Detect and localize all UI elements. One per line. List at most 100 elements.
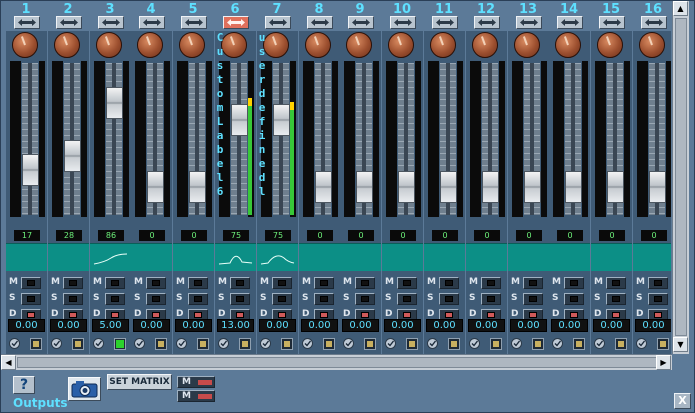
route-toggle[interactable] <box>615 338 627 350</box>
solo-button[interactable] <box>564 293 584 305</box>
pan-knob[interactable] <box>12 32 38 58</box>
pan-knob[interactable] <box>388 32 414 58</box>
eq-curve-display[interactable] <box>131 243 172 271</box>
mute-button[interactable] <box>439 277 459 289</box>
fader-handle[interactable] <box>189 171 206 203</box>
phase-toggle[interactable] <box>343 338 354 349</box>
mute-button[interactable] <box>523 277 543 289</box>
solo-button[interactable] <box>146 293 166 305</box>
route-toggle[interactable] <box>30 338 42 350</box>
solo-button[interactable] <box>481 293 501 305</box>
fader-handle[interactable] <box>398 171 415 203</box>
close-button[interactable]: X <box>674 393 691 409</box>
mute-button[interactable] <box>355 277 375 289</box>
fader-handle[interactable] <box>356 171 373 203</box>
route-toggle[interactable] <box>323 338 335 350</box>
phase-toggle[interactable] <box>427 338 438 349</box>
pan-knob[interactable] <box>54 32 80 58</box>
fader-handle[interactable] <box>315 171 332 203</box>
eq-curve-display[interactable] <box>299 243 340 271</box>
route-toggle[interactable] <box>239 338 251 350</box>
solo-button[interactable] <box>606 293 626 305</box>
scroll-left-arrow[interactable]: ◀ <box>1 355 16 370</box>
mute-button[interactable] <box>606 277 626 289</box>
mute-button[interactable] <box>21 277 41 289</box>
phase-toggle[interactable] <box>552 338 563 349</box>
stereo-link-button[interactable] <box>390 16 416 29</box>
pan-knob[interactable] <box>597 32 623 58</box>
phase-toggle[interactable] <box>511 338 522 349</box>
horizontal-scrollbar[interactable]: ◀ ▶ <box>1 354 672 370</box>
eq-curve-display[interactable] <box>424 243 465 271</box>
fader-handle[interactable] <box>565 171 582 203</box>
phase-toggle[interactable] <box>260 338 271 349</box>
solo-button[interactable] <box>230 293 250 305</box>
phase-toggle[interactable] <box>302 338 313 349</box>
eq-curve-display[interactable] <box>48 243 89 271</box>
solo-button[interactable] <box>648 293 668 305</box>
phase-toggle[interactable] <box>134 338 145 349</box>
phase-toggle[interactable] <box>636 338 647 349</box>
route-toggle[interactable] <box>114 338 126 350</box>
mute-button[interactable] <box>314 277 334 289</box>
mute-button[interactable] <box>105 277 125 289</box>
pan-knob[interactable] <box>472 32 498 58</box>
phase-toggle[interactable] <box>469 338 480 349</box>
solo-button[interactable] <box>355 293 375 305</box>
stereo-link-button[interactable] <box>139 16 165 29</box>
fader-track[interactable] <box>231 63 247 215</box>
phase-toggle[interactable] <box>594 338 605 349</box>
stereo-link-button[interactable] <box>348 16 374 29</box>
route-toggle[interactable] <box>197 338 209 350</box>
route-toggle[interactable] <box>406 338 418 350</box>
stereo-link-button[interactable] <box>265 16 291 29</box>
phase-toggle[interactable] <box>176 338 187 349</box>
scroll-right-arrow[interactable]: ▶ <box>656 355 671 370</box>
route-toggle[interactable] <box>573 338 585 350</box>
solo-button[interactable] <box>397 293 417 305</box>
vertical-scroll-thumb[interactable] <box>675 18 687 336</box>
eq-curve-display[interactable] <box>215 243 256 271</box>
fader-handle[interactable] <box>22 154 39 186</box>
eq-curve-display[interactable] <box>173 243 214 271</box>
stereo-link-button[interactable] <box>516 16 542 29</box>
route-toggle[interactable] <box>657 338 669 350</box>
horizontal-scroll-thumb[interactable] <box>17 357 657 368</box>
snapshot-camera-button[interactable] <box>68 377 101 401</box>
mute-button[interactable] <box>230 277 250 289</box>
eq-curve-display[interactable] <box>591 243 632 271</box>
pan-knob[interactable] <box>555 32 581 58</box>
solo-button[interactable] <box>21 293 41 305</box>
stereo-link-button[interactable] <box>56 16 82 29</box>
fader-handle[interactable] <box>64 140 81 172</box>
solo-button[interactable] <box>105 293 125 305</box>
fader-track[interactable] <box>22 63 38 215</box>
pan-knob[interactable] <box>96 32 122 58</box>
stereo-link-button[interactable] <box>223 16 249 29</box>
route-toggle[interactable] <box>364 338 376 350</box>
set-matrix-button[interactable]: SET MATRIX <box>107 374 172 390</box>
pan-knob[interactable] <box>305 32 331 58</box>
route-toggle[interactable] <box>490 338 502 350</box>
phase-toggle[interactable] <box>385 338 396 349</box>
mute-button[interactable] <box>146 277 166 289</box>
fader-handle[interactable] <box>147 171 164 203</box>
phase-toggle[interactable] <box>218 338 229 349</box>
solo-button[interactable] <box>314 293 334 305</box>
master-mute-button-1[interactable]: M <box>177 376 215 388</box>
route-toggle[interactable] <box>281 338 293 350</box>
stereo-link-button[interactable] <box>307 16 333 29</box>
scroll-down-arrow[interactable]: ▼ <box>673 337 688 352</box>
mute-button[interactable] <box>63 277 83 289</box>
eq-curve-display[interactable] <box>466 243 507 271</box>
vertical-scrollbar[interactable]: ▲ ▼ <box>672 1 689 354</box>
outputs-label[interactable]: Outputs <box>13 396 68 410</box>
eq-curve-display[interactable] <box>633 243 671 271</box>
pan-knob[interactable] <box>137 32 163 58</box>
fader-handle[interactable] <box>106 87 123 119</box>
fader-track[interactable] <box>106 63 122 215</box>
fader-handle[interactable] <box>607 171 624 203</box>
mute-button[interactable] <box>188 277 208 289</box>
fader-handle[interactable] <box>440 171 457 203</box>
eq-curve-display[interactable] <box>90 243 131 271</box>
